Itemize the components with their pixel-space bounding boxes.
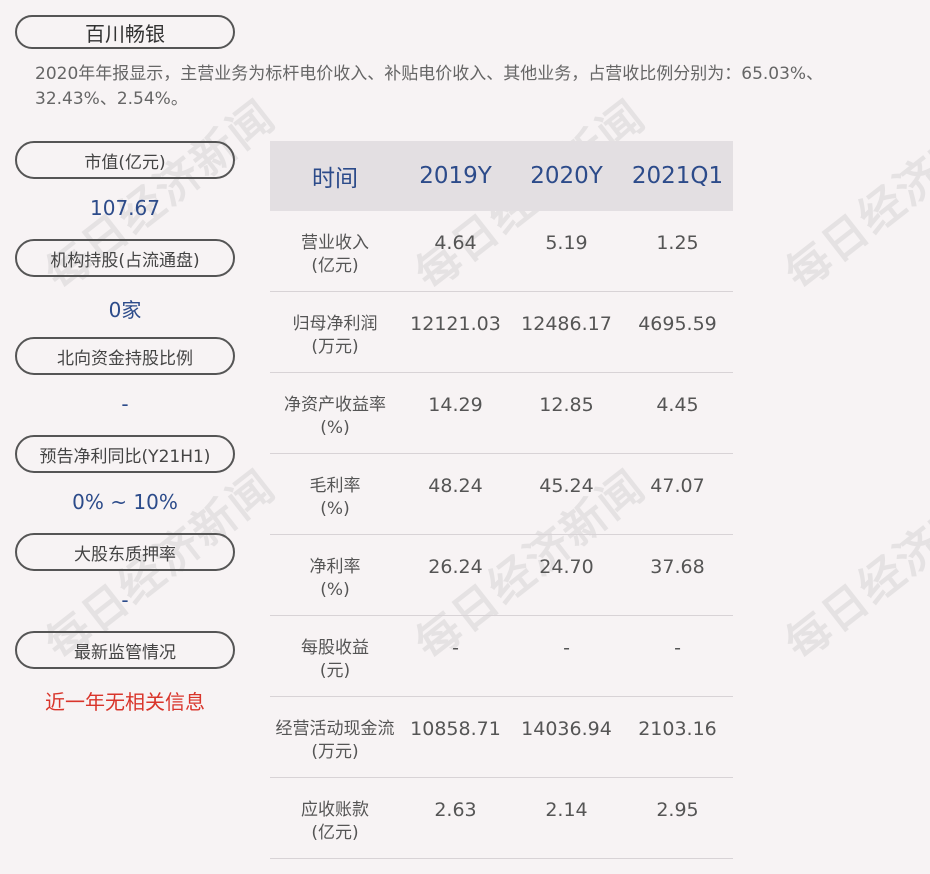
- cell-value: 24.70: [539, 556, 594, 578]
- table-row: 营业收入 (亿元) 4.64 5.19 1.25: [270, 211, 733, 292]
- cell-value: -: [452, 637, 459, 659]
- cell-value: 2.95: [656, 799, 699, 821]
- table-row: 经营活动现金流 (万元) 10858.71 14036.94 2103.16: [270, 697, 733, 778]
- cell-value: 12486.17: [521, 313, 612, 335]
- cell-value: 37.68: [650, 556, 705, 578]
- market-cap-value: 107.67: [90, 196, 160, 220]
- cell-value: 47.07: [650, 475, 705, 497]
- northbound-ratio-value: -: [121, 392, 129, 416]
- table-row: 净资产收益率 (%) 14.29 12.85 4.45: [270, 373, 733, 454]
- profit-forecast-label: 预告净利同比(Y21H1): [15, 435, 235, 473]
- institutional-holdings-value: 0家: [108, 298, 142, 322]
- table-row: 毛利率 (%) 48.24 45.24 47.07: [270, 454, 733, 535]
- row-label: 毛利率 (%): [309, 476, 361, 519]
- cell-value: 12121.03: [410, 313, 501, 335]
- header-2020y: 2020Y: [530, 163, 603, 189]
- watermark: 每日经济新闻: [776, 460, 930, 671]
- cell-value: 26.24: [428, 556, 483, 578]
- table-row: 归母净利润 (万元) 12121.03 12486.17 4695.59: [270, 292, 733, 373]
- cell-value: 1.25: [656, 232, 699, 254]
- pledge-ratio-value: -: [121, 588, 129, 612]
- cell-value: 4.45: [656, 394, 699, 416]
- regulatory-status-value: 近一年无相关信息: [45, 690, 205, 714]
- row-label: 净资产收益率 (%): [284, 395, 386, 438]
- cell-value: 5.19: [545, 232, 588, 254]
- cell-value: 12.85: [539, 394, 594, 416]
- cell-value: 2103.16: [638, 718, 717, 740]
- institutional-holdings-label: 机构持股(占流通盘): [15, 239, 235, 277]
- header-2019y: 2019Y: [419, 163, 492, 189]
- cell-value: 45.24: [539, 475, 594, 497]
- financial-table: 时间 2019Y 2020Y 2021Q1 营业收入 (亿元) 4.64 5.19…: [270, 141, 733, 859]
- northbound-ratio-label: 北向资金持股比例: [15, 337, 235, 375]
- header-2021q1: 2021Q1: [631, 163, 724, 189]
- cell-value: 4695.59: [638, 313, 717, 335]
- row-label: 营业收入 (亿元): [301, 233, 369, 276]
- profit-forecast-value: 0% ~ 10%: [72, 490, 178, 514]
- cell-value: -: [674, 637, 681, 659]
- row-label: 应收账款 (亿元): [301, 800, 369, 843]
- row-label: 每股收益 (元): [301, 638, 369, 681]
- row-label: 归母净利润 (万元): [292, 314, 378, 357]
- table-row: 净利率 (%) 26.24 24.70 37.68: [270, 535, 733, 616]
- market-cap-label: 市值(亿元): [15, 141, 235, 179]
- cell-value: 10858.71: [410, 718, 501, 740]
- business-description: 2020年年报显示，主营业务为标杆电价收入、补贴电价收入、其他业务，占营收比例分…: [35, 64, 824, 109]
- cell-value: -: [563, 637, 570, 659]
- cell-value: 2.14: [545, 799, 588, 821]
- cell-value: 4.64: [434, 232, 477, 254]
- cell-value: 14.29: [428, 394, 483, 416]
- header-period: 时间: [312, 166, 358, 192]
- table-row: 应收账款 (亿元) 2.63 2.14 2.95: [270, 778, 733, 859]
- cell-value: 48.24: [428, 475, 483, 497]
- pledge-ratio-label: 大股东质押率: [15, 533, 235, 571]
- row-label: 净利率 (%): [309, 557, 361, 600]
- cell-value: 2.63: [434, 799, 477, 821]
- cell-value: 14036.94: [521, 718, 612, 740]
- row-label: 经营活动现金流 (万元): [275, 719, 395, 762]
- table-row: 每股收益 (元) - - -: [270, 616, 733, 697]
- regulatory-status-label: 最新监管情况: [15, 631, 235, 669]
- company-name: 百川畅银: [15, 15, 235, 49]
- table-header: 时间 2019Y 2020Y 2021Q1: [270, 141, 733, 211]
- watermark: 每日经济新闻: [776, 90, 930, 301]
